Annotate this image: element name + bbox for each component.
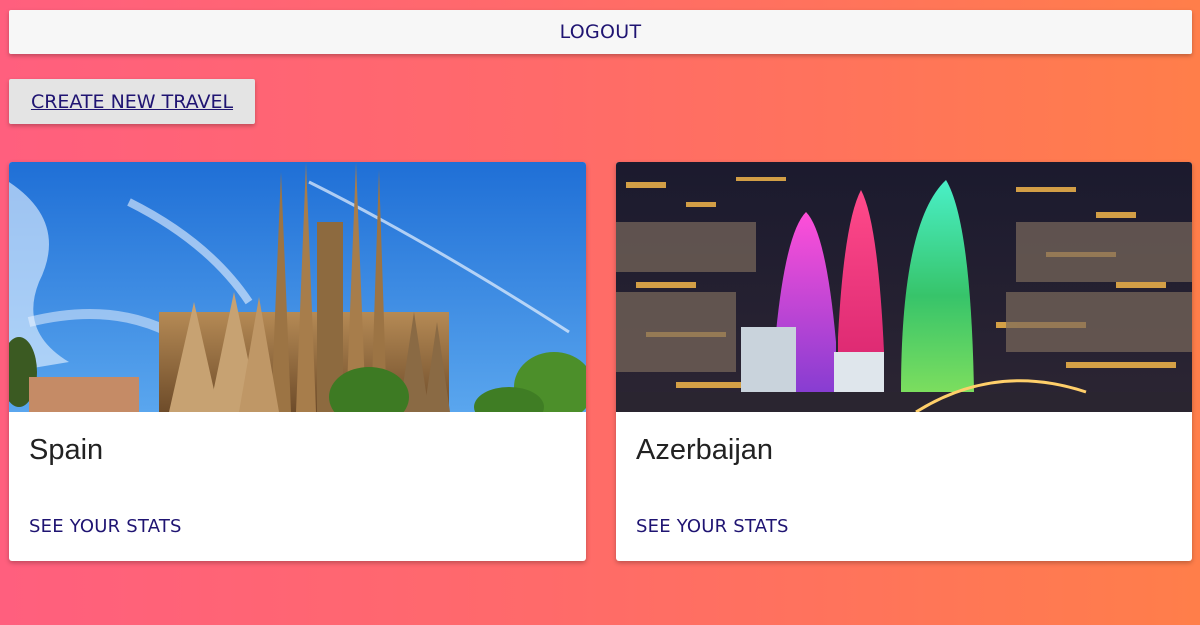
travel-card-azerbaijan: Azerbaijan SEE YOUR STATS bbox=[616, 162, 1192, 561]
travel-card-image-spain bbox=[9, 162, 586, 412]
see-stats-link-azerbaijan[interactable]: SEE YOUR STATS bbox=[636, 516, 789, 537]
travel-card-title: Azerbaijan bbox=[636, 434, 774, 466]
see-stats-link-spain[interactable]: SEE YOUR STATS bbox=[29, 516, 182, 537]
travel-card-title: Spain bbox=[29, 434, 104, 466]
logout-label: LOGOUT bbox=[559, 21, 642, 43]
travel-card-spain: Spain SEE YOUR STATS bbox=[9, 162, 586, 561]
travel-card-image-azerbaijan bbox=[616, 162, 1192, 412]
logout-button[interactable]: LOGOUT bbox=[9, 10, 1192, 54]
sagrada-familia-image bbox=[9, 162, 586, 412]
create-new-travel-button[interactable]: CREATE NEW TRAVEL bbox=[9, 79, 255, 124]
create-new-travel-label: CREATE NEW TRAVEL bbox=[30, 90, 234, 113]
baku-night-image bbox=[616, 162, 1192, 412]
